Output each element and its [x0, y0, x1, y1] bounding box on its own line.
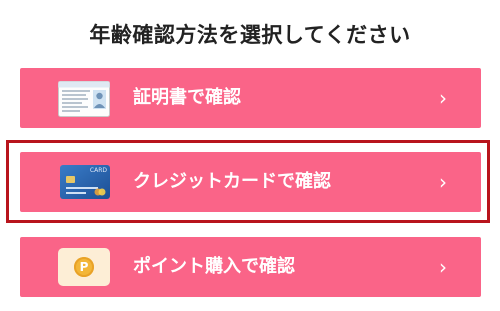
- chevron-right-icon: ›: [439, 86, 447, 110]
- verify-by-point-purchase-button[interactable]: P ポイント購入で確認 ›: [20, 237, 481, 297]
- point-coin-icon: P: [58, 248, 110, 286]
- id-card-icon: [58, 81, 110, 117]
- verify-by-id-label: 証明書で確認: [133, 87, 241, 108]
- chevron-right-icon: ›: [439, 255, 447, 279]
- page-title: 年齢確認方法を選択してください: [89, 23, 411, 47]
- verify-by-id-button[interactable]: 証明書で確認 ›: [20, 68, 481, 128]
- point-coin-letter: P: [79, 260, 89, 274]
- selection-highlight: [6, 140, 490, 223]
- verify-by-point-purchase-label: ポイント購入で確認: [133, 256, 295, 277]
